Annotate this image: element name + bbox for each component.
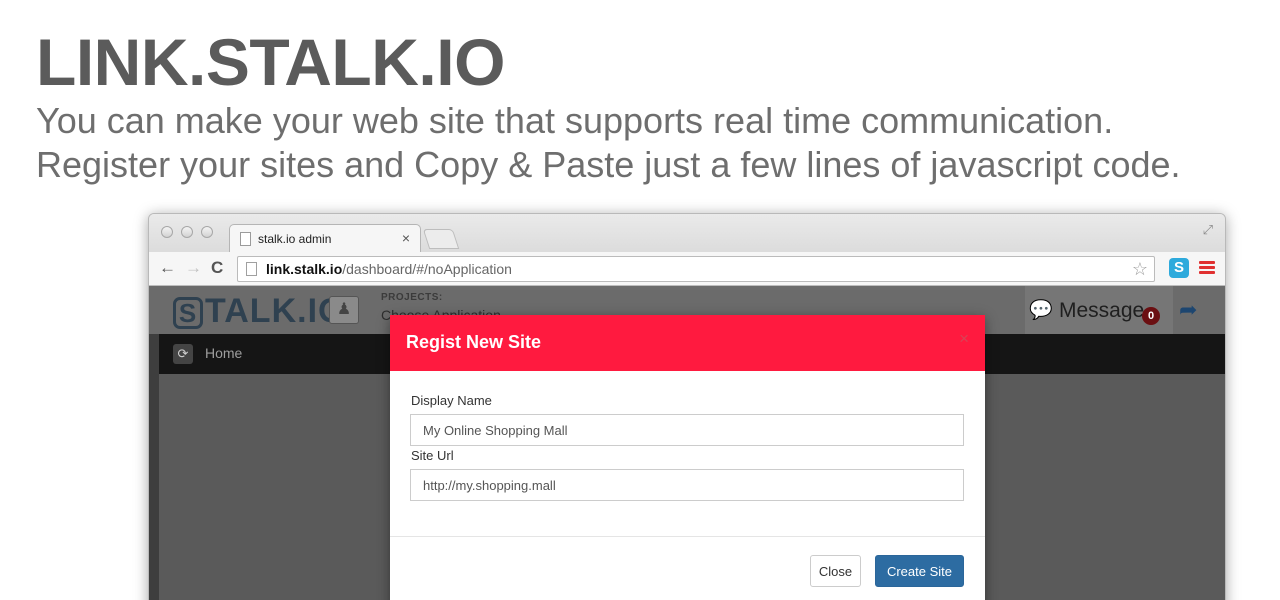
site-url-input[interactable]: [410, 469, 964, 501]
close-button[interactable]: Close: [810, 555, 861, 587]
window-minimize-button[interactable]: [181, 226, 193, 238]
comments-icon: 💬: [1029, 300, 1053, 321]
regist-site-modal: Regist New Site × Display Name Site Url …: [390, 315, 985, 600]
app-left-edge: [149, 334, 159, 600]
tab-title: stalk.io admin: [258, 232, 332, 246]
user-icon[interactable]: ♟: [329, 296, 359, 324]
window-close-button[interactable]: [161, 226, 173, 238]
reload-icon[interactable]: C: [211, 259, 223, 277]
url-host: link.stalk.io: [266, 261, 343, 277]
refresh-icon[interactable]: ⟳: [173, 344, 193, 364]
fullscreen-icon[interactable]: ⤢: [1203, 222, 1213, 238]
message-button[interactable]: 💬 Message 0: [1025, 286, 1173, 334]
hero-line-1: You can make your web site that supports…: [36, 100, 1114, 141]
window-zoom-button[interactable]: [201, 226, 213, 238]
hero-title: LINK.STALK.IO: [36, 25, 505, 99]
address-bar[interactable]: link.stalk.io/dashboard/#/noApplication …: [237, 256, 1155, 282]
modal-title: Regist New Site: [406, 332, 542, 352]
url-path: /dashboard/#/noApplication: [342, 261, 512, 277]
message-count-badge: 0: [1142, 307, 1160, 325]
page-icon: [240, 232, 251, 246]
browser-menu-icon[interactable]: [1199, 261, 1215, 275]
create-site-button[interactable]: Create Site: [875, 555, 964, 587]
bookmark-star-icon[interactable]: ☆: [1132, 259, 1148, 280]
site-url-label: Site Url: [411, 448, 454, 463]
address-url: link.stalk.io/dashboard/#/noApplication: [266, 261, 512, 277]
browser-toolbar: ← → C link.stalk.io/dashboard/#/noApplic…: [149, 252, 1225, 286]
modal-divider: [390, 536, 985, 537]
display-name-label: Display Name: [411, 393, 492, 408]
projects-label: PROJECTS:: [381, 292, 443, 303]
display-name-input[interactable]: [410, 414, 964, 446]
logo-text: TALK.IO: [205, 292, 346, 330]
stalk-logo[interactable]: S TALK.IO: [173, 293, 345, 329]
stalk-extension-icon[interactable]: S: [1169, 258, 1189, 278]
tab-close-icon[interactable]: ×: [402, 230, 410, 246]
new-tab-button[interactable]: [422, 229, 460, 249]
modal-close-icon[interactable]: ×: [959, 329, 969, 349]
modal-header: Regist New Site ×: [390, 315, 985, 371]
hero-line-2: Register your sites and Copy & Paste jus…: [36, 144, 1181, 185]
back-arrow-icon[interactable]: ←: [159, 259, 176, 277]
tab-strip: stalk.io admin × ⤢: [149, 214, 1225, 252]
logo-mark: S: [173, 297, 203, 329]
forward-arrow-icon[interactable]: →: [185, 259, 202, 277]
browser-tab[interactable]: stalk.io admin ×: [229, 224, 421, 252]
page-icon: [246, 262, 257, 276]
message-label: Message: [1059, 299, 1145, 322]
nav-home-link[interactable]: Home: [205, 345, 242, 361]
logout-icon[interactable]: ➦: [1179, 297, 1197, 323]
